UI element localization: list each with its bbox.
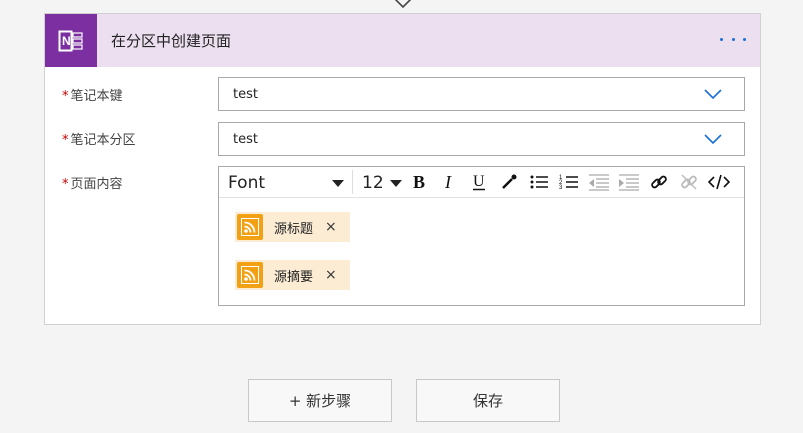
underline-icon[interactable]: U bbox=[467, 171, 491, 193]
notebook-key-value: test bbox=[233, 87, 258, 102]
dynamic-content-token[interactable]: 源摘要 × bbox=[235, 260, 350, 290]
svg-text:N: N bbox=[62, 34, 71, 48]
unlink-icon[interactable] bbox=[677, 171, 701, 193]
bold-icon[interactable]: B bbox=[407, 171, 431, 193]
save-button[interactable]: 保存 bbox=[416, 379, 560, 422]
notebook-key-dropdown[interactable]: test bbox=[218, 77, 745, 111]
notebook-section-label: * 笔记本分区 bbox=[62, 133, 136, 148]
svg-text:I: I bbox=[444, 173, 452, 191]
dynamic-content-token[interactable]: 源标题 × bbox=[235, 212, 350, 242]
chevron-down-icon bbox=[704, 134, 722, 145]
code-view-icon[interactable] bbox=[707, 171, 731, 193]
new-step-button[interactable]: + 新步骤 bbox=[248, 379, 392, 422]
ellipsis-icon bbox=[720, 37, 723, 41]
card-header[interactable]: N 在分区中创建页面 bbox=[45, 14, 760, 67]
numbered-list-icon[interactable]: 123 bbox=[557, 171, 581, 193]
svg-text:3: 3 bbox=[559, 185, 563, 191]
remove-token-icon[interactable]: × bbox=[325, 267, 337, 283]
token-label: 源摘要 bbox=[274, 269, 314, 285]
chevron-down-icon bbox=[704, 89, 722, 100]
action-card: N 在分区中创建页面 * 笔记本键 test * 笔记本分区 test * 页面内容 bbox=[44, 13, 761, 325]
notebook-key-label: * 笔记本键 bbox=[62, 89, 123, 104]
caret-down-icon bbox=[390, 180, 402, 187]
svg-text:B: B bbox=[413, 173, 425, 191]
color-picker-icon[interactable] bbox=[497, 171, 521, 193]
italic-icon[interactable]: I bbox=[437, 171, 461, 193]
rss-icon bbox=[237, 214, 263, 240]
rss-icon bbox=[237, 262, 263, 288]
notebook-section-value: test bbox=[233, 132, 258, 147]
bulleted-list-icon[interactable] bbox=[527, 171, 551, 193]
more-options-button[interactable] bbox=[720, 28, 746, 50]
font-family-select[interactable]: Font bbox=[222, 170, 353, 194]
font-size-select[interactable]: 12 bbox=[358, 170, 404, 194]
page-content-editor[interactable]: Font 12 B I U 123 源标题 × 源摘要 × bbox=[218, 166, 745, 306]
outdent-icon[interactable] bbox=[587, 171, 611, 193]
page-content-label: * 页面内容 bbox=[62, 177, 123, 192]
editor-toolbar: Font 12 B I U 123 bbox=[219, 167, 744, 198]
remove-token-icon[interactable]: × bbox=[325, 219, 337, 235]
svg-text:U: U bbox=[473, 173, 485, 190]
token-label: 源标题 bbox=[274, 221, 314, 237]
indent-icon[interactable] bbox=[617, 171, 641, 193]
onenote-icon: N bbox=[45, 14, 97, 67]
notebook-section-dropdown[interactable]: test bbox=[218, 122, 745, 156]
caret-down-icon bbox=[332, 180, 344, 187]
card-title: 在分区中创建页面 bbox=[111, 32, 232, 50]
link-icon[interactable] bbox=[647, 171, 671, 193]
flow-connector-arrow-icon bbox=[394, 0, 412, 9]
